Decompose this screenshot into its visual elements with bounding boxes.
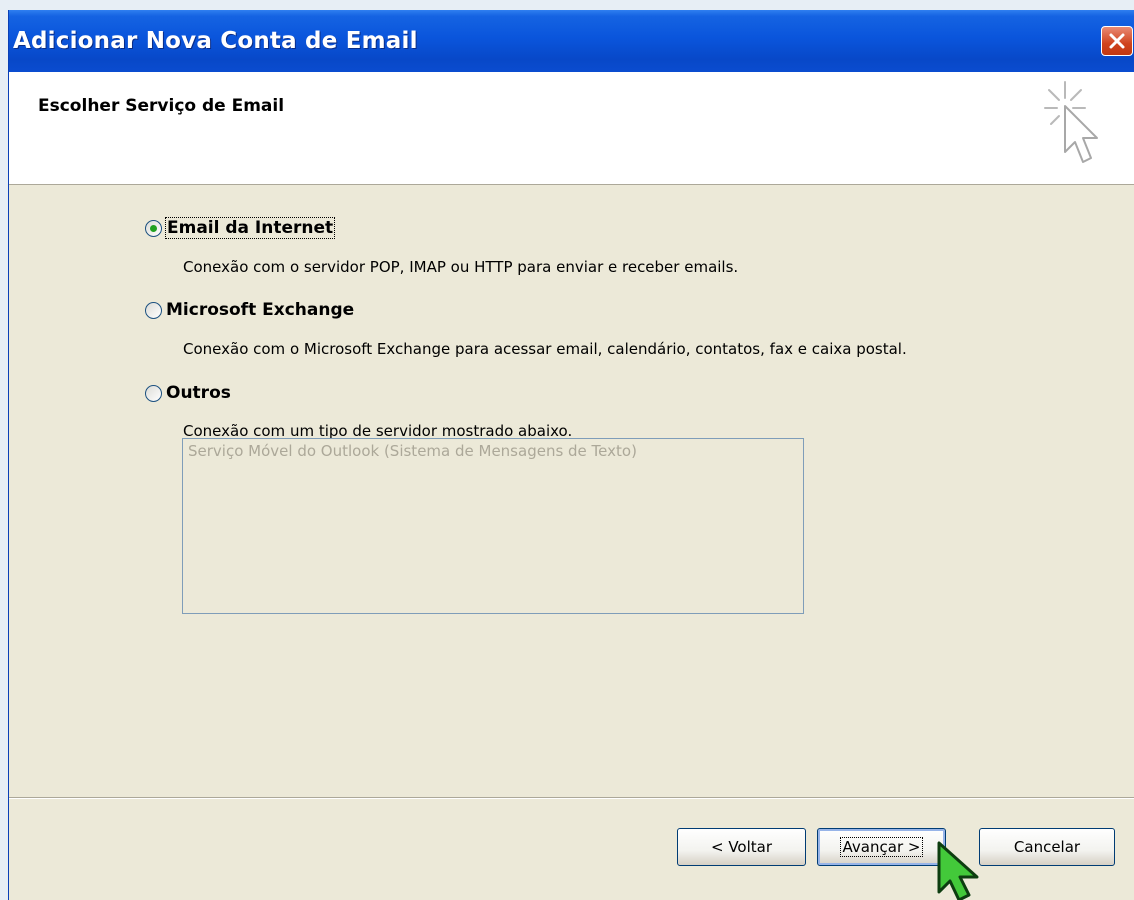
- close-button[interactable]: [1101, 26, 1133, 56]
- back-button-label: < Voltar: [710, 838, 773, 856]
- cancel-button-label: Cancelar: [1013, 838, 1081, 856]
- close-icon: [1109, 33, 1125, 49]
- next-button-label: Avançar >: [839, 837, 924, 857]
- radio-microsoft-exchange[interactable]: [145, 301, 162, 319]
- option-internet-email[interactable]: Email da Internet: [145, 217, 336, 239]
- window-title: Adicionar Nova Conta de Email: [13, 28, 418, 54]
- options-area: Email da Internet Conexão com o servidor…: [9, 185, 1134, 797]
- next-button[interactable]: Avançar >: [817, 828, 946, 866]
- option-description: Conexão com o Microsoft Exchange para ac…: [183, 340, 907, 358]
- mouse-pointer-icon: [937, 841, 979, 900]
- radio-internet-email[interactable]: [145, 219, 162, 237]
- option-label: Outros: [166, 383, 231, 403]
- option-label: Microsoft Exchange: [166, 300, 355, 320]
- page-heading: Escolher Serviço de Email: [38, 96, 285, 116]
- dialog-window: Adicionar Nova Conta de Email Escolher S…: [8, 10, 1134, 900]
- option-label: Email da Internet: [164, 217, 336, 239]
- cancel-button[interactable]: Cancelar: [979, 828, 1115, 866]
- title-bar[interactable]: Adicionar Nova Conta de Email: [9, 10, 1134, 72]
- option-others[interactable]: Outros: [145, 383, 231, 403]
- cursor-sparkle-icon: [1044, 81, 1098, 163]
- server-type-list[interactable]: Serviço Móvel do Outlook (Sistema de Men…: [182, 438, 804, 614]
- radio-others[interactable]: [145, 384, 162, 402]
- wizard-header: Escolher Serviço de Email: [9, 72, 1134, 185]
- option-description: Conexão com o servidor POP, IMAP ou HTTP…: [183, 258, 739, 276]
- footer-divider: [9, 797, 1134, 799]
- back-button[interactable]: < Voltar: [677, 828, 806, 866]
- list-item: Serviço Móvel do Outlook (Sistema de Men…: [188, 442, 637, 460]
- option-microsoft-exchange[interactable]: Microsoft Exchange: [145, 300, 354, 320]
